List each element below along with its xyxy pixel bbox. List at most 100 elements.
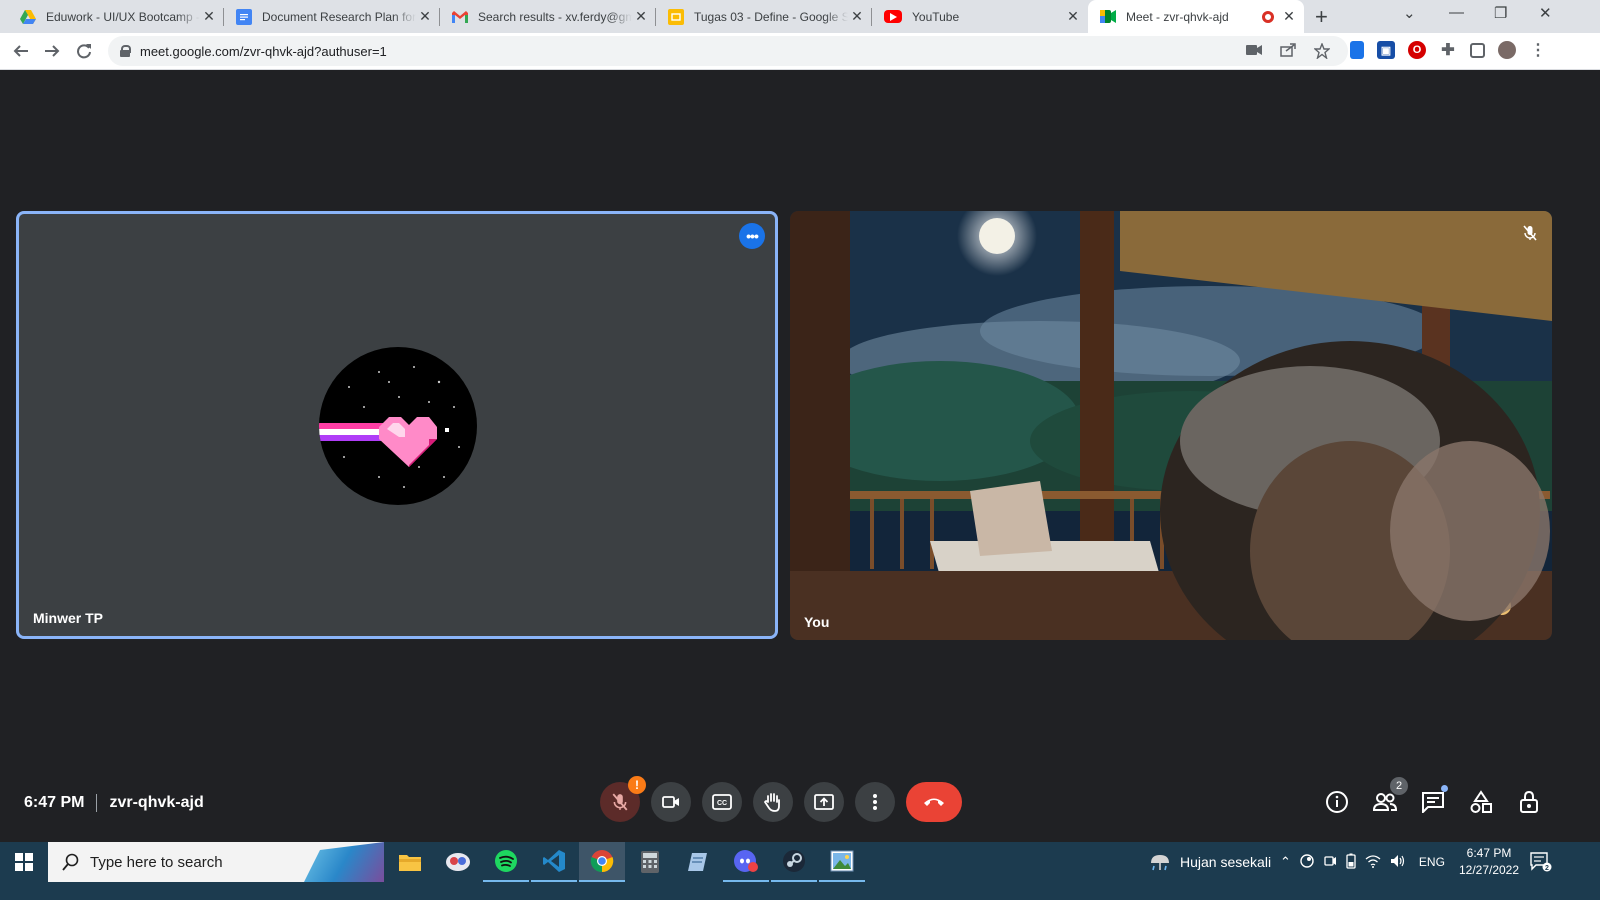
call-controls: ! CC [600, 776, 962, 822]
steam-app[interactable] [771, 842, 817, 882]
window-close-icon[interactable]: ✕ [1539, 4, 1552, 22]
camera-in-use-icon[interactable] [1246, 43, 1262, 62]
host-controls-button[interactable] [1514, 787, 1544, 817]
tab-google-meet[interactable]: Meet - zvr-qhvk-ajd ✕ [1088, 0, 1304, 33]
lock-icon[interactable] [120, 45, 131, 57]
address-bar[interactable]: meet.google.com/zvr-qhvk-ajd?authuser=1 [108, 36, 1348, 66]
extension-blue-doc-icon[interactable] [1350, 41, 1364, 59]
tab-eduwork[interactable]: Eduwork - UI/UX Bootcamp - ✕ [8, 0, 224, 33]
chrome-app[interactable] [579, 842, 625, 882]
info-icon [1326, 791, 1348, 813]
gmail-icon [452, 9, 468, 25]
folder-icon [399, 855, 421, 871]
vscode-app[interactable] [531, 842, 577, 882]
discord-app[interactable] [723, 842, 769, 882]
tab-document-research[interactable]: Document Research Plan for M ✕ [224, 0, 440, 33]
app-snip-tool[interactable] [435, 842, 481, 882]
people-count-badge: 2 [1390, 777, 1408, 795]
hand-icon [764, 793, 780, 812]
photos-app[interactable] [819, 842, 865, 882]
google-meet-icon [1100, 9, 1116, 25]
participant-tile-minwer[interactable]: ••• Minwer TP [16, 211, 778, 639]
tab-search-chevron-icon[interactable]: ⌄ [1403, 4, 1416, 22]
participant-avatar [319, 347, 477, 505]
people-icon [1372, 793, 1398, 811]
side-panel-icon[interactable] [1470, 42, 1485, 58]
google-docs-icon [236, 8, 252, 25]
search-highlight-image [304, 842, 384, 882]
reload-icon[interactable] [72, 39, 96, 63]
close-tab-icon[interactable]: ✕ [1280, 8, 1298, 25]
lock-person-icon [1520, 790, 1538, 813]
show-hidden-icons-chevron-icon[interactable]: ⌃ [1280, 854, 1291, 870]
leave-call-button[interactable] [906, 782, 962, 822]
volume-icon[interactable] [1390, 854, 1406, 871]
svg-text:CC: CC [717, 800, 727, 807]
browser-menu-icon[interactable]: ⋮ [1529, 41, 1547, 59]
captions-button[interactable]: CC [702, 782, 742, 822]
chat-button[interactable] [1418, 785, 1448, 817]
minimize-icon[interactable]: — [1449, 4, 1464, 21]
extension-opera-icon[interactable]: O [1408, 41, 1426, 59]
tab-title: Eduwork - UI/UX Bootcamp - [46, 9, 200, 24]
microphone-toggle-button[interactable]: ! [600, 776, 646, 822]
tab-title: Meet - zvr-qhvk-ajd [1126, 9, 1229, 24]
windows-start-button[interactable] [0, 842, 48, 882]
divider [96, 794, 98, 812]
more-options-icon[interactable]: ••• [739, 223, 765, 249]
tab-google-slides[interactable]: Tugas 03 - Define - Google Sl ✕ [656, 0, 872, 33]
google-drive-icon [20, 9, 36, 25]
participant-name: Minwer TP [33, 610, 104, 626]
closed-captions-icon: CC [712, 794, 732, 810]
file-explorer-app[interactable] [387, 842, 433, 882]
close-tab-icon[interactable]: ✕ [632, 8, 650, 25]
notification-icon: 2 [1530, 852, 1552, 872]
people-button[interactable]: 2 [1370, 777, 1408, 817]
tab-title: Tugas 03 - Define - Google Sl [694, 9, 848, 24]
spotify-icon [495, 850, 517, 872]
hang-up-icon [924, 798, 944, 806]
extensions-puzzle-icon[interactable]: ✚ [1439, 41, 1457, 59]
bookmark-star-icon[interactable] [1313, 42, 1331, 62]
present-screen-button[interactable] [804, 782, 844, 822]
forward-icon[interactable] [40, 39, 64, 63]
wifi-icon[interactable] [1365, 854, 1381, 871]
taskbar-search-box[interactable]: Type here to search [48, 842, 384, 882]
back-icon[interactable] [9, 39, 33, 63]
close-tab-icon[interactable]: ✕ [848, 8, 866, 25]
restore-icon[interactable]: ❐ [1494, 4, 1507, 22]
battery-icon[interactable] [1346, 853, 1356, 872]
system-tray-icons: ⌃ ENG [1280, 842, 1445, 882]
steam-tray-icon[interactable] [1300, 853, 1314, 871]
share-icon[interactable] [1280, 43, 1296, 62]
more-options-button[interactable] [855, 782, 895, 822]
close-tab-icon[interactable]: ✕ [200, 8, 218, 25]
browser-toolbar: meet.google.com/zvr-qhvk-ajd?authuser=1 … [0, 33, 1600, 70]
clock-time: 6:47 PM [1466, 846, 1512, 860]
tab-youtube[interactable]: YouTube ✕ [872, 0, 1088, 33]
tab-gmail-search[interactable]: Search results - xv.ferdy@gm ✕ [440, 0, 656, 33]
activities-button[interactable] [1466, 787, 1496, 817]
calculator-app[interactable] [627, 842, 673, 882]
chrome-icon [590, 850, 614, 873]
spotify-app[interactable] [483, 842, 529, 882]
windows-taskbar: Type here to search Hujan sesekali ⌃ ENG… [0, 842, 1600, 900]
close-tab-icon[interactable]: ✕ [1064, 8, 1082, 25]
camera-toggle-button[interactable] [651, 782, 691, 822]
taskbar-clock[interactable]: 6:47 PM 12/27/2022 [1452, 845, 1526, 879]
notes-app[interactable] [675, 842, 721, 882]
tab-title: Document Research Plan for M [262, 9, 416, 24]
meeting-details-button[interactable] [1322, 787, 1352, 817]
close-tab-icon[interactable]: ✕ [416, 8, 434, 25]
participant-name: You [804, 614, 830, 630]
photo-image-icon [830, 850, 854, 872]
meet-tray-icon[interactable] [1323, 854, 1337, 871]
participant-tile-self[interactable]: You [790, 211, 1552, 640]
extension-screenshot-icon[interactable]: ▣ [1377, 41, 1395, 59]
input-language[interactable]: ENG [1419, 855, 1445, 869]
new-tab-icon[interactable]: + [1315, 4, 1328, 30]
notification-center-button[interactable]: 2 [1528, 842, 1554, 882]
profile-avatar-icon[interactable] [1498, 41, 1516, 59]
weather-widget[interactable]: Hujan sesekali [1148, 842, 1271, 882]
raise-hand-button[interactable] [753, 782, 793, 822]
